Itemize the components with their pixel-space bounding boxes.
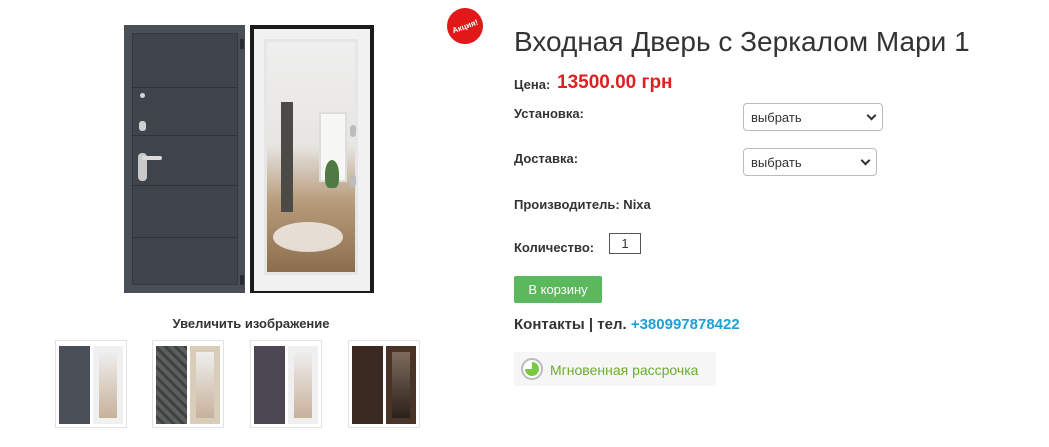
product-title: Входная Дверь с Зеркалом Мари 1 — [514, 26, 970, 57]
pie-chart-icon — [521, 358, 543, 380]
delivery-select-value: выбрать — [751, 155, 802, 170]
chevron-down-icon — [860, 155, 871, 166]
delivery-select[interactable]: выбрать — [743, 148, 877, 176]
sale-badge: Акция! — [441, 2, 489, 50]
quantity-input[interactable]: 1 — [609, 233, 641, 254]
door-thumb-1[interactable] — [55, 340, 127, 428]
manufacturer-text: Производитель: Nixa — [514, 197, 651, 212]
phone-link[interactable]: +380997878422 — [631, 316, 740, 333]
installment-label: Мгновенная рассрочка — [550, 362, 699, 378]
price-label: Цена: — [514, 77, 551, 92]
installation-select[interactable]: выбрать — [743, 103, 883, 131]
installment-button[interactable]: Мгновенная рассрочка — [514, 352, 716, 386]
door-interior-mirror-view — [250, 25, 374, 293]
product-main-image[interactable] — [124, 25, 374, 293]
installation-select-value: выбрать — [751, 110, 802, 125]
quantity-label: Количество: — [514, 240, 595, 255]
delivery-label: Доставка: — [514, 151, 579, 166]
mirror-image — [264, 39, 358, 275]
door-thumb-3[interactable] — [250, 340, 322, 428]
door-thumb-2[interactable] — [152, 340, 224, 428]
contacts-label: Контакты | тел. — [514, 316, 627, 333]
door-thumb-4[interactable] — [348, 340, 420, 428]
chevron-down-icon — [866, 110, 877, 121]
price-value: 13500.00 грн — [557, 72, 673, 93]
installation-label: Установка: — [514, 106, 584, 121]
enlarge-image-link[interactable]: Увеличить изображение — [140, 316, 362, 331]
door-exterior-view — [124, 25, 245, 293]
add-to-cart-button[interactable]: В корзину — [514, 276, 602, 303]
contacts-line: Контакты | тел. +380997878422 — [514, 316, 740, 333]
